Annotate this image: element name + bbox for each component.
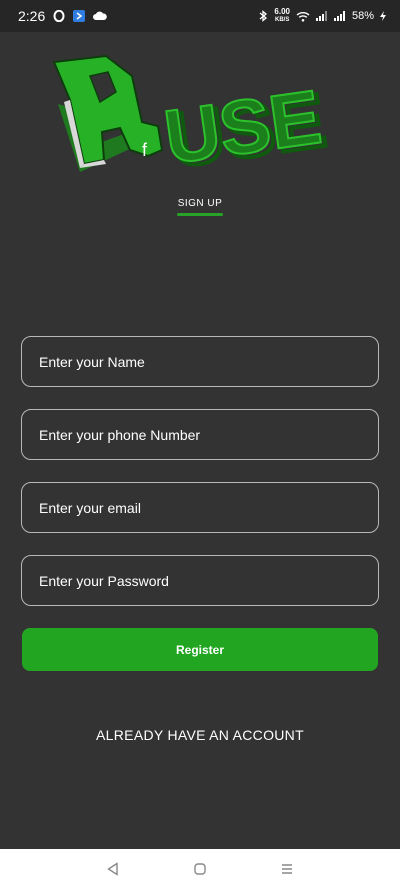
signal-icon-2 xyxy=(333,11,346,21)
email-input[interactable] xyxy=(21,482,379,533)
status-bar: 2:26 6.00 KB/S 58% xyxy=(0,0,400,32)
register-button[interactable]: Register xyxy=(22,628,378,671)
already-have-account-link[interactable]: ALREADY HAVE AN ACCOUNT xyxy=(0,727,400,743)
menu-icon[interactable] xyxy=(271,853,303,885)
cloud-icon xyxy=(93,11,108,21)
back-icon[interactable] xyxy=(97,853,129,885)
bluetooth-icon xyxy=(259,10,268,22)
tab-sign-up[interactable]: SIGN UP xyxy=(0,198,400,216)
home-icon[interactable] xyxy=(184,853,216,885)
phone-input[interactable] xyxy=(21,409,379,460)
tab-sign-up-indicator xyxy=(177,213,223,216)
password-input[interactable] xyxy=(21,555,379,606)
battery-level: 58% xyxy=(351,10,374,22)
signal-icon xyxy=(315,11,328,21)
net-speed-value: 6.00 xyxy=(274,7,290,16)
tab-sign-up-label: SIGN UP xyxy=(177,198,223,209)
app-logo: f USE USE xyxy=(50,52,360,186)
net-speed-unit: KB/S xyxy=(275,17,290,23)
status-right: 6.00 KB/S 58% xyxy=(259,8,386,24)
system-nav-bar xyxy=(0,849,400,889)
opera-icon xyxy=(53,10,65,22)
status-time: 2:26 xyxy=(18,8,46,24)
wifi-icon xyxy=(296,11,310,22)
charging-icon xyxy=(380,11,386,21)
name-input[interactable] xyxy=(21,336,379,387)
net-speed: 6.00 KB/S xyxy=(274,8,290,24)
app-icon xyxy=(73,10,86,22)
status-left: 2:26 xyxy=(18,8,108,24)
